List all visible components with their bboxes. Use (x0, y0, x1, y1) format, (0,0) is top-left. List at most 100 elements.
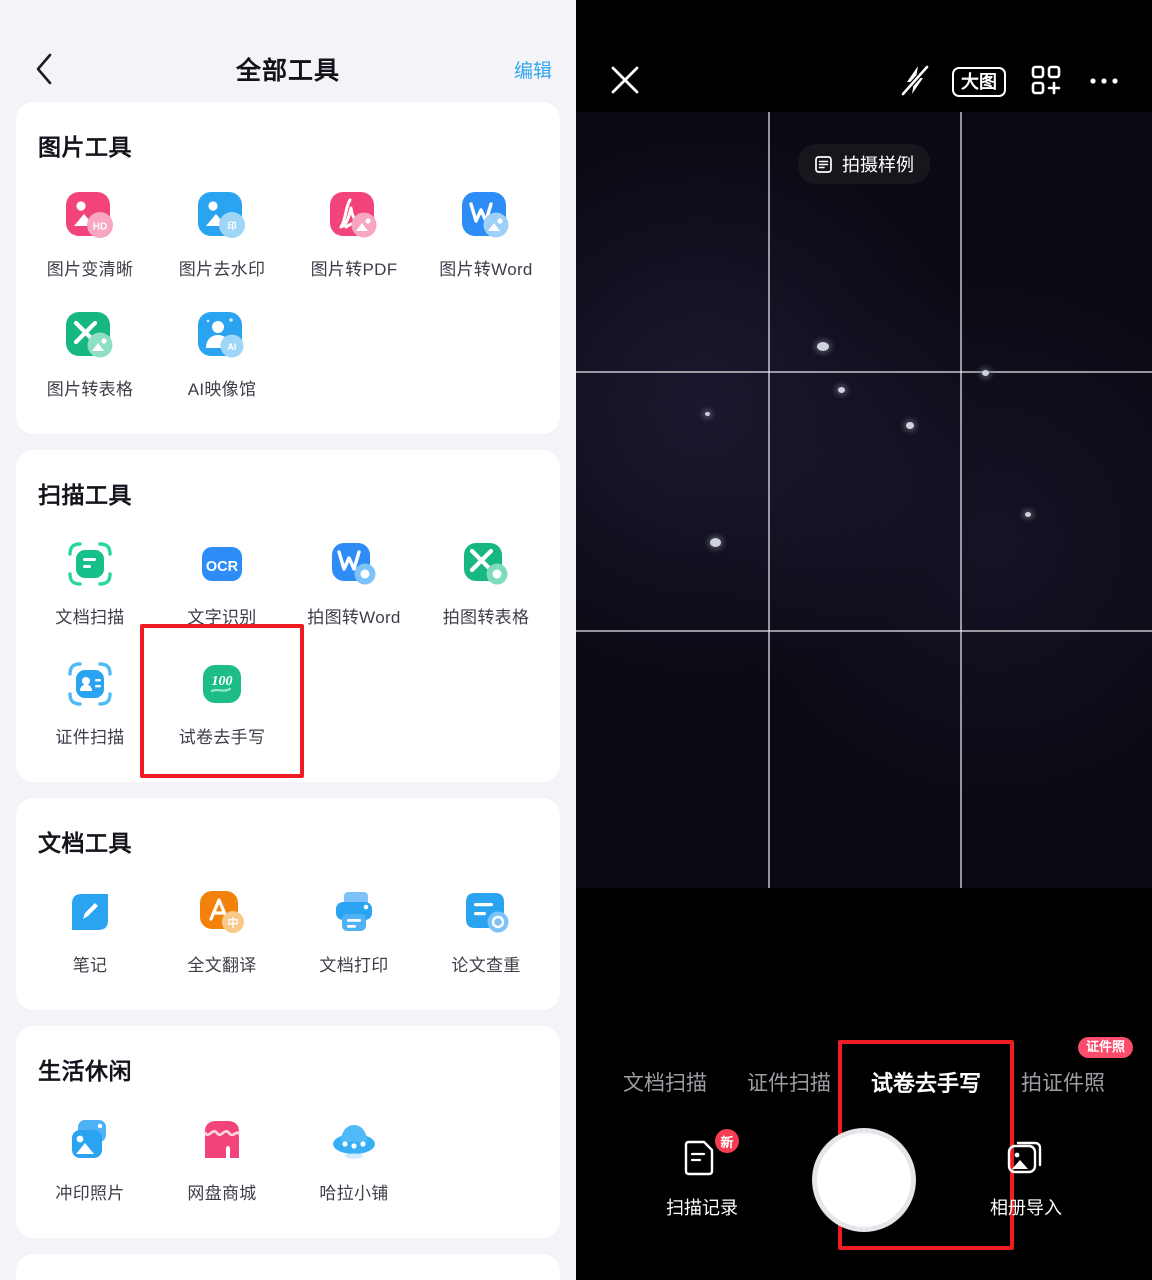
tool-label: 图片转PDF (310, 260, 398, 279)
photo-print-icon (64, 1114, 116, 1166)
light-spot (705, 412, 710, 416)
photo-import-icon (1006, 1140, 1046, 1180)
mode-tab-id-scan[interactable]: 证件扫描 (741, 1063, 837, 1101)
tool-label: 论文查重 (451, 956, 521, 975)
light-spot (982, 370, 989, 376)
status-bar (0, 0, 576, 36)
status-badge: 证件照 (1077, 1037, 1133, 1058)
tool-label: 笔记 (72, 956, 108, 975)
tool-item-image-to-excel[interactable]: 图片转表格 (24, 296, 156, 412)
section-card-scan-tools: 扫描工具 文档扫描 OCR 文字识别 拍图转Word 拍图转表格 证件扫描 10… (16, 450, 560, 782)
tool-item-image-watermark[interactable]: 印 图片去水印 (156, 176, 288, 292)
image-watermark-icon: 印 (196, 190, 248, 242)
image-hd-icon: HD (64, 190, 116, 242)
screenshot-stage: 全部工具 编辑 图片工具 HD 图片变清晰 印 图片去水印 图片转PDF 图片转… (0, 0, 1152, 1280)
tool-label: 图片去水印 (178, 260, 266, 279)
tool-item-photo-to-word[interactable]: 拍图转Word (288, 524, 420, 640)
ai-portrait-icon: AI (196, 310, 248, 362)
svg-text:OCR: OCR (206, 559, 239, 575)
light-spot (838, 387, 845, 393)
tool-label: 图片变清晰 (46, 260, 134, 279)
close-button[interactable] (602, 59, 648, 105)
big-picture-button[interactable]: 大图 (952, 67, 1006, 97)
scan-history-button[interactable]: 新 扫描记录 (648, 1129, 756, 1220)
light-spot (1025, 512, 1031, 517)
svg-text:印: 印 (227, 220, 236, 231)
image-to-word-icon (460, 190, 512, 242)
gallery-import-button[interactable]: 相册导入 (972, 1140, 1080, 1220)
scan-history-label: 扫描记录 (666, 1198, 738, 1218)
tool-label: 文档扫描 (55, 608, 125, 627)
tool-item-cloud-store[interactable]: 网盘商城 (156, 1100, 288, 1216)
tool-label: 证件扫描 (55, 728, 125, 747)
tool-item-ocr[interactable]: OCR 文字识别 (156, 524, 288, 640)
more-options-button[interactable] (1082, 60, 1126, 104)
camera-top-bar: 大图 (576, 46, 1152, 118)
tool-item-note[interactable]: 笔记 (24, 872, 156, 988)
tool-item-ai-portrait[interactable]: AI AI映像馆 (156, 296, 288, 412)
all-tools-screen: 全部工具 编辑 图片工具 HD 图片变清晰 印 图片去水印 图片转PDF 图片转… (0, 0, 576, 1280)
svg-text:HD: HD (93, 222, 107, 233)
mode-tab-doc-scan[interactable]: 文档扫描 (617, 1063, 713, 1101)
camera-mode-tabs: 文档扫描 证件扫描 试卷去手写 拍证件照 证件照 (576, 1037, 1152, 1250)
mode-tab-id-photo[interactable]: 拍证件照 证件照 (1015, 1037, 1133, 1101)
camera-viewfinder[interactable]: 拍摄样例 (576, 112, 1152, 888)
tool-item-photo-print[interactable]: 冲印照片 (24, 1100, 156, 1216)
tool-item-hala-shop[interactable]: 哈拉小铺 (288, 1100, 420, 1216)
svg-text:AI: AI (228, 342, 237, 352)
id-scan-icon (64, 658, 116, 710)
section-card-life-leisure: 生活休闲 冲印照片 网盘商城 哈拉小铺 (16, 1026, 560, 1238)
edit-button[interactable]: 编辑 (514, 56, 552, 83)
tool-item-photo-to-excel[interactable]: 拍图转表格 (420, 524, 552, 640)
page-title: 全部工具 (235, 57, 340, 85)
translate-icon: 中 (196, 886, 248, 938)
mode-tab-exam-dehandwrite[interactable]: 试卷去手写 (837, 1040, 1015, 1250)
tool-item-doc-scan[interactable]: 文档扫描 (24, 524, 156, 640)
section-title: 扫描工具 (38, 482, 132, 508)
grid-line-horizontal-1 (576, 371, 1152, 373)
tool-item-doc-print[interactable]: 文档打印 (288, 872, 420, 988)
doc-scan-icon (64, 538, 116, 590)
tool-label: 全文翻译 (187, 956, 257, 975)
light-spot (817, 342, 829, 351)
tool-grid: HD 图片变清晰 印 图片去水印 图片转PDF 图片转Word 图片转表格 AI… (16, 162, 560, 412)
tool-item-exam-dehandwrite[interactable]: 100 试卷去手写 (140, 624, 304, 778)
tool-label: 文字识别 (187, 608, 257, 627)
section-title: 生活休闲 (38, 1058, 132, 1084)
tool-item-translate[interactable]: 中 全文翻译 (156, 872, 288, 988)
note-pen-icon (64, 886, 116, 938)
tool-grid: 笔记 中 全文翻译 文档打印 论文查重 (16, 858, 560, 988)
camera-screen: 大图 拍摄样例 文档扫描 证件扫描 试卷去手写 拍证件照 证件照 新 扫描记录 … (576, 0, 1152, 1280)
mode-tab-id-photo-label: 拍证件照 (1021, 1072, 1105, 1095)
tool-grid: 冲印照片 网盘商城 哈拉小铺 (16, 1086, 560, 1216)
chevron-left-icon (33, 52, 55, 86)
document-lines-icon (814, 155, 833, 174)
navigation-bar: 全部工具 编辑 (0, 36, 576, 102)
grid-add-button[interactable] (1024, 60, 1068, 104)
light-spot (710, 538, 721, 547)
grid-add-icon (1030, 64, 1062, 101)
doc-print-icon (328, 886, 380, 938)
tool-item-image-to-word[interactable]: 图片转Word (420, 176, 552, 292)
section-card-third-party: 第三方服务 (16, 1254, 560, 1280)
new-badge: 新 (715, 1129, 739, 1153)
tool-item-id-scan[interactable]: 证件扫描 (24, 644, 156, 760)
back-button[interactable] (24, 49, 64, 89)
flash-toggle-button[interactable] (892, 59, 938, 105)
grid-line-horizontal-2 (576, 630, 1152, 632)
shooting-sample-button[interactable]: 拍摄样例 (798, 144, 930, 184)
hala-shop-icon (328, 1114, 380, 1166)
grid-line-vertical-1 (768, 112, 770, 888)
section-title: 文档工具 (38, 830, 132, 856)
tool-grid: 文档扫描 OCR 文字识别 拍图转Word 拍图转表格 证件扫描 100 试卷去… (16, 510, 560, 778)
tool-item-image-hd[interactable]: HD 图片变清晰 (24, 176, 156, 292)
tool-item-plagiarism-check[interactable]: 论文查重 (420, 872, 552, 988)
tool-label: 图片转表格 (46, 380, 134, 399)
shutter-button[interactable] (812, 1128, 916, 1232)
tool-item-image-to-pdf[interactable]: 图片转PDF (288, 176, 420, 292)
image-to-excel-icon (64, 310, 116, 362)
more-dots-icon (1089, 73, 1119, 91)
section-card-image-tools: 图片工具 HD 图片变清晰 印 图片去水印 图片转PDF 图片转Word 图片转… (16, 102, 560, 434)
gallery-import-label: 相册导入 (990, 1198, 1062, 1218)
tool-label: 冲印照片 (55, 1184, 125, 1203)
